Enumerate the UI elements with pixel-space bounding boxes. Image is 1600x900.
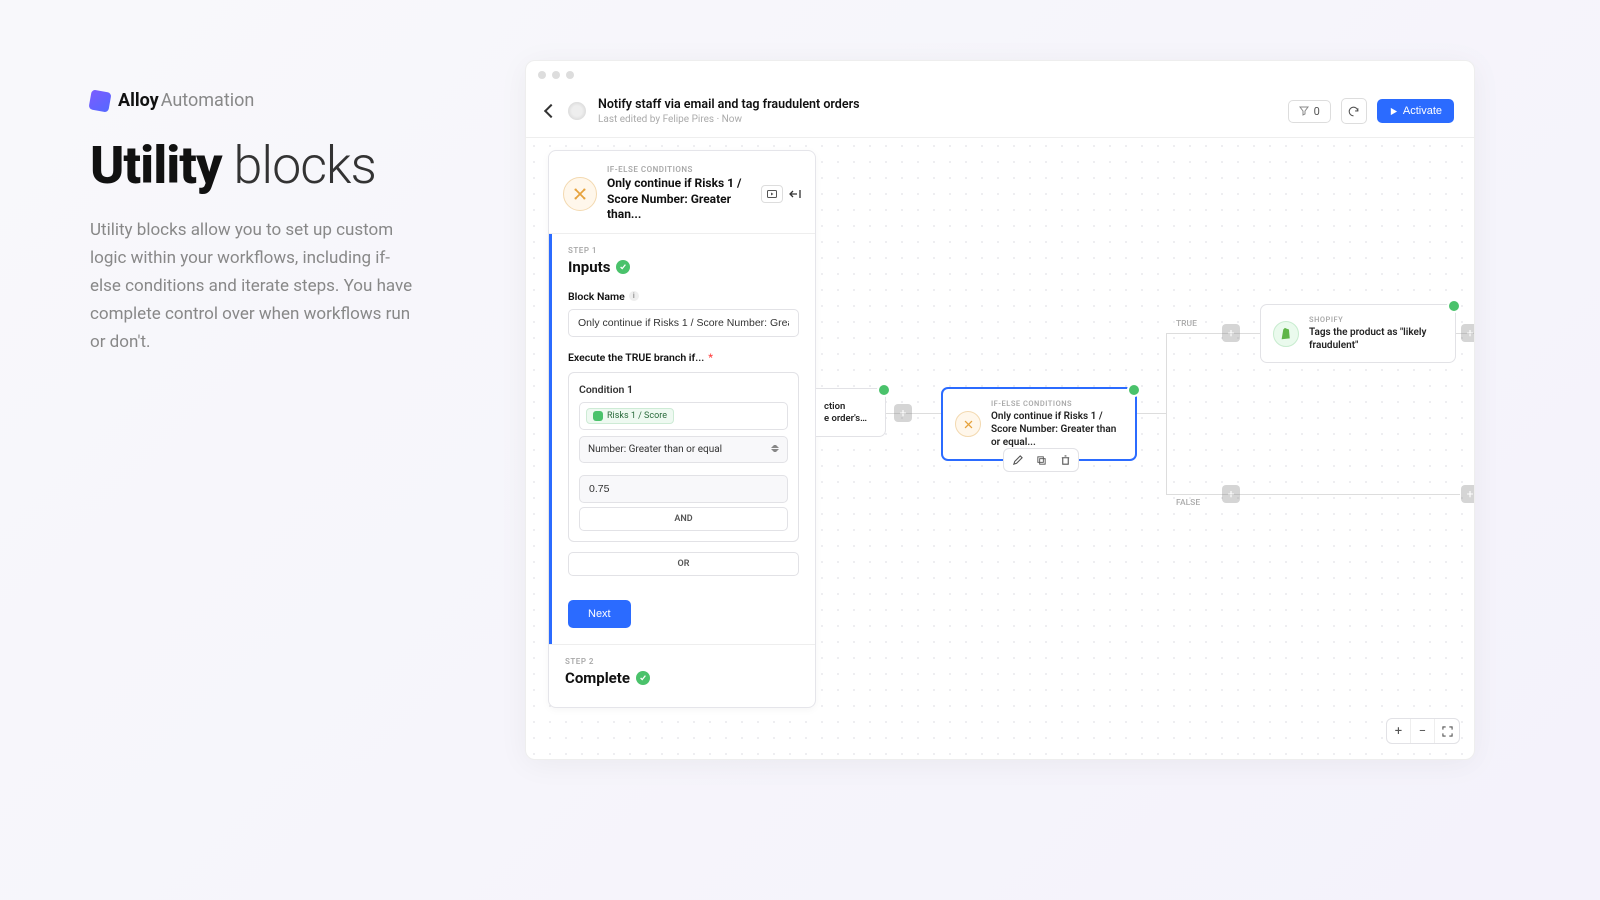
dot-max-icon bbox=[566, 71, 574, 79]
node-title: Only continue if Risks 1 / Score Number:… bbox=[991, 410, 1123, 449]
threshold-input[interactable] bbox=[579, 475, 788, 503]
status-badge-icon bbox=[877, 383, 891, 397]
step1-title: Inputs bbox=[568, 258, 610, 276]
step2-title: Complete bbox=[565, 669, 630, 687]
brand-name-light: Automation bbox=[161, 90, 255, 111]
settings-button[interactable] bbox=[1341, 98, 1367, 124]
condition-icon bbox=[563, 177, 597, 211]
play-icon bbox=[1389, 107, 1398, 116]
brand-name-strong: Alloy bbox=[118, 90, 159, 111]
play-box-icon bbox=[767, 190, 777, 198]
node-title: ctione order's… bbox=[824, 401, 881, 426]
condition-group: Condition 1 Risks 1 / Score Number: Grea… bbox=[568, 372, 799, 542]
preview-button[interactable] bbox=[761, 185, 783, 203]
status-badge-icon bbox=[1127, 383, 1141, 397]
info-icon: i bbox=[629, 291, 639, 301]
workflow-title: Notify staff via email and tag fraudulen… bbox=[598, 97, 1276, 112]
panel-kicker: IF-ELSE CONDITIONS bbox=[607, 165, 751, 174]
run-count-pill[interactable]: 0 bbox=[1288, 100, 1331, 123]
condition-node-icon bbox=[955, 411, 981, 437]
true-branch-label: TRUE bbox=[1176, 319, 1197, 329]
chevron-updown-icon bbox=[771, 445, 779, 453]
fullscreen-button[interactable] bbox=[1435, 719, 1459, 743]
step2-kicker: STEP 2 bbox=[565, 657, 799, 666]
next-button[interactable]: Next bbox=[568, 600, 631, 628]
activate-button[interactable]: Activate bbox=[1377, 99, 1454, 123]
workflow-canvas[interactable]: IF-ELSE CONDITIONS Only continue if Risk… bbox=[526, 138, 1474, 758]
connector bbox=[1240, 333, 1260, 334]
status-badge-icon bbox=[1447, 299, 1461, 313]
collapse-button[interactable] bbox=[789, 189, 801, 199]
operator-select[interactable]: Number: Greater than or equal bbox=[579, 436, 788, 463]
dot-close-icon bbox=[538, 71, 546, 79]
block-name-label: Block Name bbox=[568, 290, 625, 303]
brand-logo: Alloy Automation bbox=[90, 90, 430, 111]
or-button[interactable]: OR bbox=[568, 552, 799, 576]
workflow-subtitle: Last edited by Felipe Pires · Now bbox=[598, 114, 1276, 125]
condition-field-input[interactable]: Risks 1 / Score bbox=[579, 402, 788, 430]
add-node-button[interactable]: + bbox=[894, 404, 912, 422]
field-chip: Risks 1 / Score bbox=[586, 408, 674, 424]
edit-button[interactable] bbox=[1010, 453, 1024, 467]
check-icon bbox=[636, 671, 650, 685]
check-icon bbox=[616, 260, 630, 274]
step1-kicker: STEP 1 bbox=[568, 246, 799, 255]
false-branch-label: FALSE bbox=[1176, 498, 1200, 508]
connector bbox=[1137, 413, 1167, 414]
node-title: Tags the product as "likely fraudulent" bbox=[1309, 326, 1443, 352]
fullscreen-icon bbox=[1442, 726, 1453, 737]
shopify-node-icon bbox=[1273, 321, 1299, 347]
filter-icon bbox=[1299, 106, 1309, 116]
block-config-panel: IF-ELSE CONDITIONS Only continue if Risk… bbox=[548, 150, 816, 708]
node-kicker: SHOPIFY bbox=[1309, 315, 1443, 324]
back-button[interactable] bbox=[544, 104, 558, 118]
zoom-out-button[interactable]: − bbox=[1411, 719, 1435, 743]
hero-description: Utility blocks allow you to set up custo… bbox=[90, 216, 420, 356]
brand-icon bbox=[88, 89, 111, 112]
app-window: Notify staff via email and tag fraudulen… bbox=[525, 60, 1475, 760]
and-button[interactable]: AND bbox=[579, 507, 788, 531]
execute-label: Execute the TRUE branch if... bbox=[568, 351, 704, 364]
add-node-button[interactable]: + bbox=[1461, 485, 1475, 503]
shopify-chip-icon bbox=[593, 411, 603, 421]
add-node-button[interactable]: + bbox=[1461, 324, 1475, 342]
collapse-icon bbox=[789, 189, 801, 199]
refresh-icon bbox=[1347, 105, 1360, 118]
window-traffic-lights bbox=[526, 61, 1474, 89]
connector bbox=[912, 413, 942, 414]
workflow-avatar-icon bbox=[568, 102, 586, 120]
hero-title: Utility blocks bbox=[90, 139, 430, 194]
zoom-in-button[interactable]: + bbox=[1387, 719, 1411, 743]
connector bbox=[1166, 333, 1167, 495]
add-node-button[interactable]: + bbox=[1222, 324, 1240, 342]
zoom-controls: + − bbox=[1386, 718, 1460, 744]
delete-button[interactable] bbox=[1058, 453, 1072, 467]
condition1-label: Condition 1 bbox=[579, 383, 788, 396]
workflow-node-shopify[interactable]: SHOPIFY Tags the product as "likely frau… bbox=[1260, 304, 1456, 363]
panel-title: Only continue if Risks 1 / Score Number:… bbox=[607, 176, 751, 223]
node-action-bar bbox=[1003, 448, 1079, 472]
connector bbox=[1240, 494, 1460, 495]
workflow-node-hidden[interactable]: ctione order's… bbox=[816, 388, 886, 437]
dot-min-icon bbox=[552, 71, 560, 79]
block-name-input[interactable] bbox=[568, 309, 799, 337]
duplicate-button[interactable] bbox=[1034, 453, 1048, 467]
add-node-button[interactable]: + bbox=[1222, 485, 1240, 503]
node-kicker: IF-ELSE CONDITIONS bbox=[991, 399, 1123, 408]
